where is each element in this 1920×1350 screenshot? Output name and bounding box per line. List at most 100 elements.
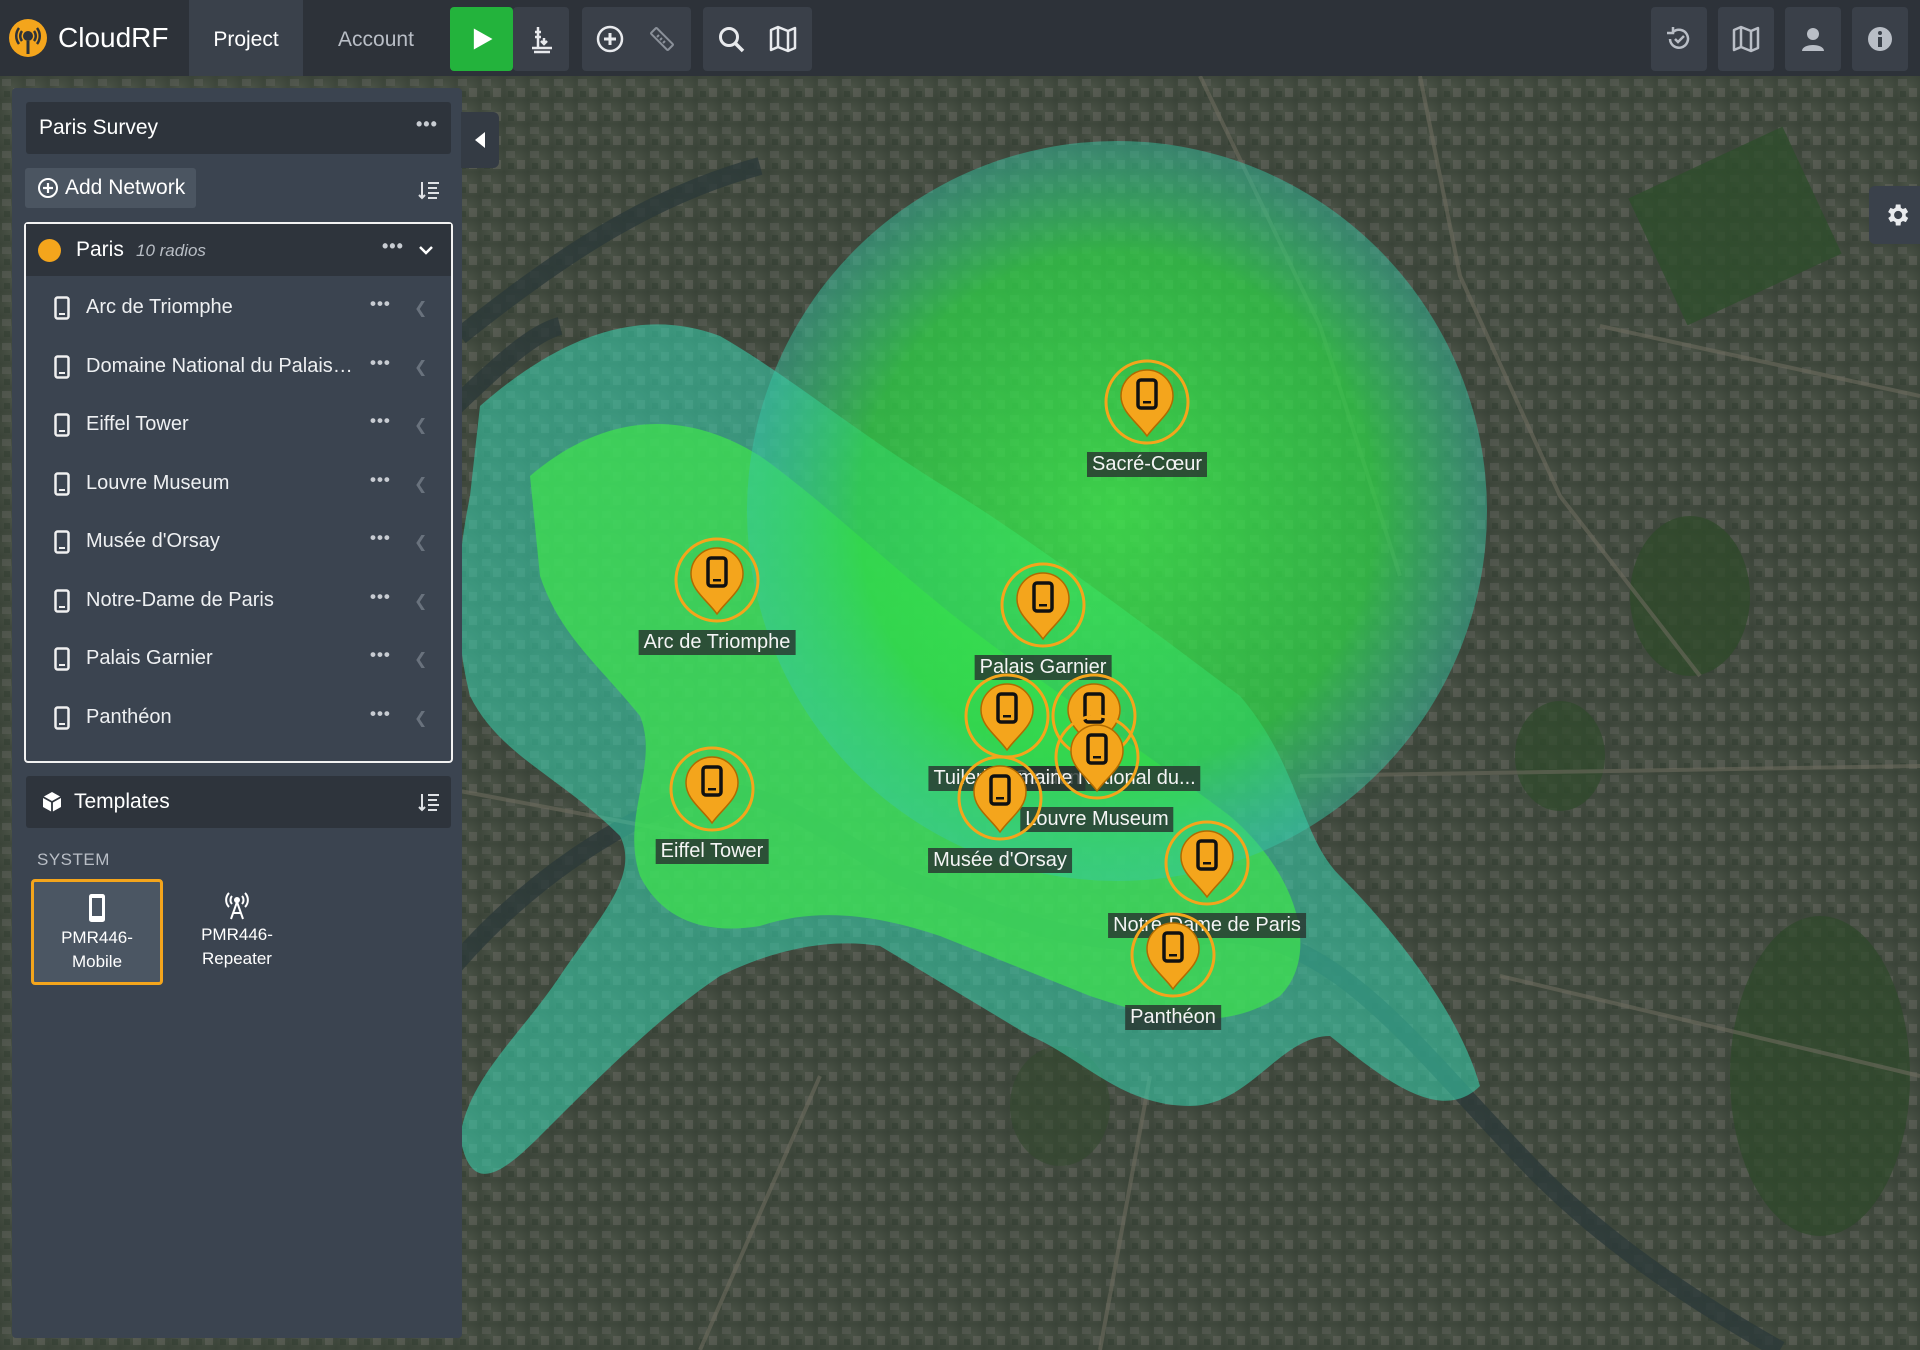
radio-marker-icon (674, 537, 760, 623)
map-marker-label: Musée d'Orsay (928, 848, 1072, 873)
antenna-height-button[interactable] (515, 7, 567, 71)
add-radio-button[interactable] (584, 7, 636, 71)
map-book-icon (769, 25, 797, 53)
map-marker-label: Eiffel Tower (655, 839, 769, 864)
mobile-phone-icon (54, 705, 70, 735)
search-button[interactable] (705, 7, 757, 71)
radio-name: Domaine National du Palais… (86, 354, 353, 377)
network-panel-paris: Paris 10 radios ••• Arc de Triomphe ••• ❮ D… (24, 222, 453, 763)
sort-icon[interactable] (417, 178, 441, 202)
radio-marker-icon (669, 746, 755, 832)
add-network-button[interactable]: Add Network (25, 168, 196, 208)
history-icon (1667, 27, 1690, 49)
chevron-left-icon[interactable]: ❮ (414, 298, 427, 318)
network-name: Paris (76, 238, 124, 261)
project-menu-button[interactable]: ••• (416, 114, 438, 135)
map-marker-label: Arc de Triomphe (638, 630, 796, 655)
radio-list-item[interactable]: Louvre Museum ••• ❮ (26, 454, 451, 512)
project-header[interactable]: Paris Survey ••• (26, 102, 451, 154)
app-root: Sacré-Cœur Arc de Triomphe Palais Garnier T… (0, 0, 1920, 1350)
radio-menu-button[interactable]: ••• (370, 704, 391, 724)
mobile-phone-icon (54, 471, 70, 501)
chevron-left-icon[interactable]: ❮ (414, 415, 427, 435)
collapse-sidebar-button[interactable] (461, 112, 499, 168)
radio-marker-icon (957, 755, 1043, 841)
mobile-phone-icon (89, 894, 105, 922)
template-pmr446-mobile[interactable]: PMR446- Mobile (31, 879, 163, 985)
templates-header[interactable]: Templates (26, 776, 451, 828)
map-marker-label: Panthéon (1125, 1005, 1221, 1030)
radio-marker-icon (964, 673, 1050, 759)
template-pmr446-repeater[interactable]: PMR446- Repeater (171, 879, 303, 985)
radio-list-item[interactable]: Notre-Dame de Paris ••• ❮ (26, 571, 451, 629)
brand[interactable]: CloudRF (8, 16, 168, 60)
chevron-left-icon[interactable]: ❮ (414, 357, 427, 377)
docs-book-icon (1732, 25, 1760, 53)
radio-name: Eiffel Tower (86, 413, 189, 435)
antenna-height-icon (532, 27, 552, 54)
map-layers-button[interactable] (757, 7, 809, 71)
radio-list-item[interactable]: Domaine National du Palais… ••• ❮ (26, 337, 451, 395)
template-label-line1: PMR446- (61, 928, 133, 947)
network-color-dot (38, 239, 61, 262)
radio-menu-button[interactable]: ••• (370, 470, 391, 490)
history-button[interactable] (1651, 7, 1707, 71)
gear-icon (1887, 204, 1908, 226)
info-button[interactable] (1852, 7, 1908, 71)
radio-marker-icon (1000, 562, 1086, 648)
radio-menu-button[interactable]: ••• (370, 587, 391, 607)
chevron-left-icon[interactable]: ❮ (414, 708, 427, 728)
toolbar-group-antenna (513, 7, 569, 71)
template-label-line1: PMR446- (201, 925, 273, 944)
network-menu-button[interactable]: ••• (382, 236, 404, 257)
network-header[interactable]: Paris 10 radios ••• (26, 224, 451, 276)
radio-list-item[interactable]: Panthéon ••• ❮ (26, 688, 451, 746)
radio-marker-icon (1104, 359, 1190, 445)
sort-icon[interactable] (417, 790, 441, 814)
mobile-phone-icon (54, 296, 70, 325)
user-button[interactable] (1785, 7, 1841, 71)
chevron-left-icon[interactable]: ❮ (414, 474, 427, 494)
caret-left-icon (475, 132, 485, 148)
map-marker-label: Sacré-Cœur (1086, 452, 1208, 477)
map-settings-button[interactable] (1869, 186, 1920, 244)
radio-list-item[interactable]: Arc de Triomphe ••• ❮ (26, 278, 451, 336)
tab-project[interactable]: Project (189, 0, 303, 76)
radio-list-item[interactable]: Musée d'Orsay ••• ❮ (26, 512, 451, 570)
measure-button[interactable] (636, 7, 688, 71)
project-sidebar: Paris Survey ••• Add Network Paris 10 ra… (12, 88, 462, 1338)
radio-name: Notre-Dame de Paris (86, 588, 274, 611)
radio-menu-button[interactable]: ••• (370, 294, 391, 314)
chevron-down-icon[interactable] (416, 240, 436, 260)
app-name: CloudRF (58, 22, 169, 53)
radio-name: Musée d'Orsay (86, 530, 220, 552)
tab-account[interactable]: Account (318, 0, 434, 76)
radio-menu-button[interactable]: ••• (370, 645, 391, 665)
add-circle-icon (38, 178, 58, 198)
radio-list-item[interactable]: Eiffel Tower ••• ❮ (26, 395, 451, 453)
radio-menu-button[interactable]: ••• (370, 411, 391, 431)
radio-menu-button[interactable]: ••• (370, 353, 391, 373)
run-simulation-button[interactable] (450, 7, 513, 71)
templates-section-label: SYSTEM (37, 850, 110, 869)
radio-name: Louvre Museum (86, 471, 230, 494)
antenna-tower-icon (225, 892, 249, 920)
top-navigation-bar: CloudRF Project Account (0, 0, 1920, 76)
info-icon (1868, 27, 1892, 51)
cube-icon (42, 792, 62, 812)
documentation-button[interactable] (1718, 7, 1774, 71)
mobile-phone-icon (54, 588, 70, 618)
ruler-icon (650, 27, 674, 51)
cloudrf-logo-icon (9, 19, 47, 57)
radio-menu-button[interactable]: ••• (370, 528, 391, 548)
chevron-left-icon[interactable]: ❮ (414, 532, 427, 552)
toolbar-group-draw (582, 7, 691, 71)
radio-list-item[interactable]: Palais Garnier ••• ❮ (26, 629, 451, 687)
mobile-phone-icon (54, 354, 70, 384)
chevron-left-icon[interactable]: ❮ (414, 649, 427, 669)
mobile-phone-icon (54, 413, 70, 442)
radio-name: Panthéon (86, 705, 172, 728)
radio-marker-icon (1164, 820, 1250, 906)
add-circle-icon (596, 25, 624, 53)
chevron-left-icon[interactable]: ❮ (414, 591, 427, 611)
